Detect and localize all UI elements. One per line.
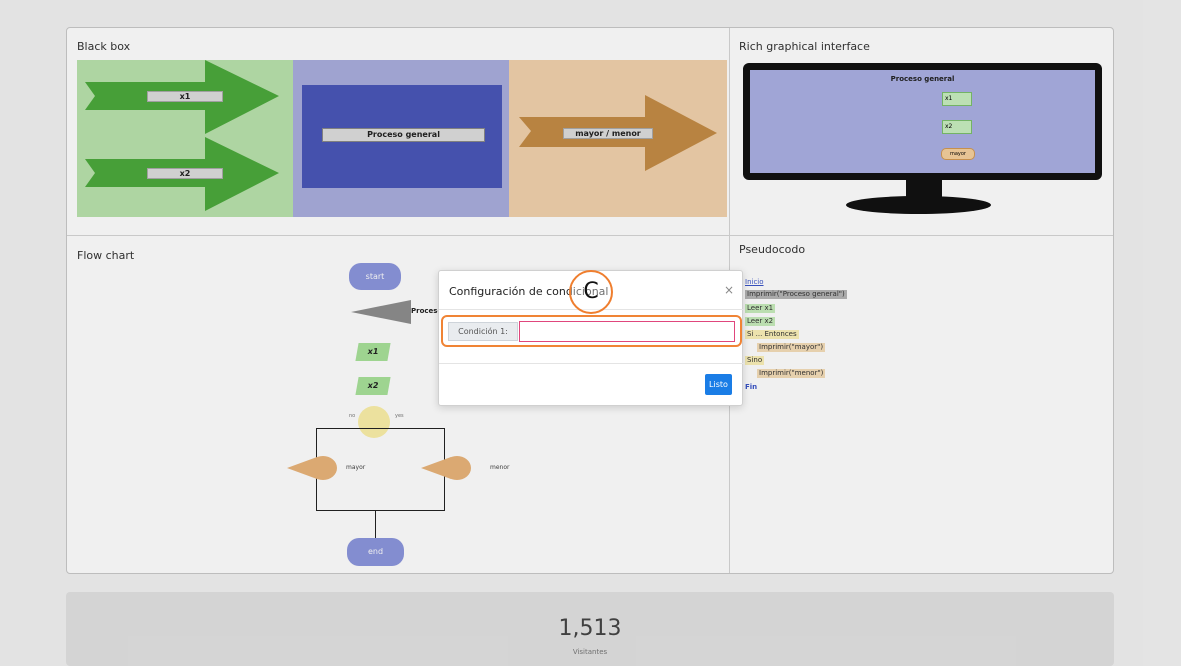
- app-root: Black box x1 x2 Proceso general mayor / …: [0, 0, 1181, 666]
- annotation-marker: C: [569, 270, 613, 314]
- done-button[interactable]: Listo: [705, 374, 732, 395]
- close-icon[interactable]: ×: [724, 283, 734, 297]
- condition-label: Condición 1:: [448, 322, 518, 341]
- condition-input[interactable]: [519, 321, 735, 342]
- modal-footer-divider: [439, 363, 744, 364]
- condition-input-group: Condición 1:: [441, 315, 742, 347]
